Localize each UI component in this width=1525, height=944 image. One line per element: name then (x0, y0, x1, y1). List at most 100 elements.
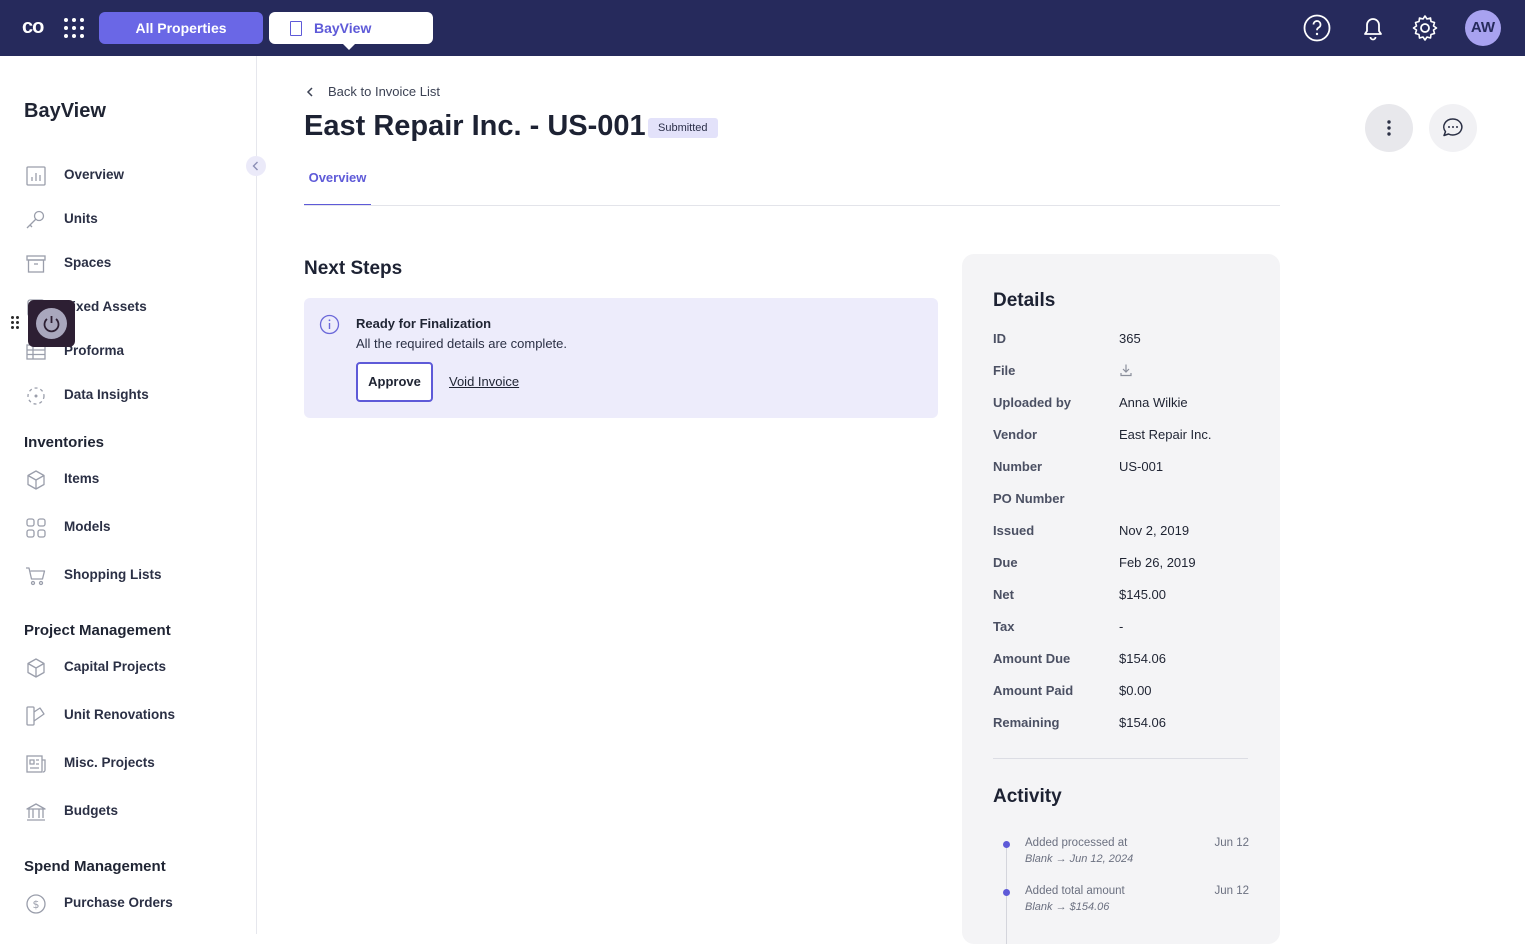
chat-bubble-icon (1443, 118, 1463, 137)
grid-icon (26, 518, 46, 538)
page-title: East Repair Inc. - US-001 (304, 110, 646, 142)
building-icon (290, 21, 302, 36)
activity-change: Blank → $154.06 (1025, 901, 1110, 913)
alert-title: Ready for Finalization (356, 316, 492, 331)
activity-heading: Activity (993, 786, 1062, 807)
detail-key: Number (993, 459, 1043, 474)
sidebar-item-label: Misc. Projects (64, 755, 155, 770)
section-title-project-management: Project Management (24, 622, 171, 639)
cube-icon (27, 470, 45, 490)
more-vertical-icon (1387, 120, 1391, 136)
details-panel: Details ID 365 File Uploaded by Anna Wilki… (962, 254, 1280, 944)
detail-row-issued: Issued Nov 2, 2019 (993, 523, 1253, 543)
bar-chart-icon (26, 166, 46, 186)
sidebar-item-misc-projects[interactable]: Misc. Projects (24, 752, 244, 776)
floating-widget-button[interactable] (28, 300, 75, 347)
property-name: BayView (314, 20, 372, 36)
sidebar-item-purchase-orders[interactable]: $ Purchase Orders (24, 892, 244, 916)
sidebar-item-label: Items (64, 471, 100, 486)
app-grid-icon[interactable] (62, 16, 86, 40)
settings-gear-icon[interactable] (1410, 13, 1440, 43)
sidebar-item-capital-projects[interactable]: Capital Projects (24, 656, 244, 680)
sidebar-item-label: Unit Renovations (64, 707, 176, 722)
cube-icon (27, 658, 45, 678)
detail-value: Feb 26, 2019 (1119, 555, 1196, 570)
detail-key: Due (993, 555, 1018, 570)
detail-key: Net (993, 587, 1014, 602)
tab-divider (304, 205, 1280, 206)
section-title-spend-management: Spend Management (24, 858, 166, 875)
detail-row-file: File (993, 363, 1253, 383)
all-properties-button[interactable]: All Properties (99, 12, 263, 44)
notification-bell-icon[interactable] (1358, 13, 1388, 43)
activity-date: Jun 12 (1214, 837, 1249, 849)
detail-key: File (993, 363, 1016, 378)
sidebar-item-units[interactable]: Units (24, 208, 244, 232)
power-icon (36, 308, 67, 339)
detail-value: $154.06 (1119, 651, 1166, 666)
detail-row-remaining: Remaining $154.06 (993, 715, 1253, 735)
sidebar-item-label: Capital Projects (64, 659, 167, 674)
drag-handle-icon[interactable] (11, 316, 20, 330)
void-invoice-link[interactable]: Void Invoice (449, 374, 519, 389)
user-avatar[interactable]: AW (1465, 10, 1501, 46)
detail-value: East Repair Inc. (1119, 427, 1212, 442)
sidebar-item-label: Units (64, 211, 98, 226)
sidebar-item-label: Shopping Lists (64, 567, 162, 582)
sidebar-item-spaces[interactable]: Spaces (24, 252, 244, 276)
activity-text: Added processed at (1025, 837, 1128, 849)
detail-value: $145.00 (1119, 587, 1166, 602)
collapse-sidebar-button[interactable] (246, 156, 266, 176)
newspaper-icon (26, 755, 46, 773)
status-badge: Submitted (648, 118, 718, 138)
next-steps-heading: Next Steps (304, 258, 403, 279)
sidebar-item-label: Data Insights (64, 387, 149, 402)
sidebar-item-items[interactable]: Items (24, 468, 244, 492)
sidebar-item-overview[interactable]: Overview (24, 164, 244, 188)
activity-change: Blank → Jun 12, 2024 (1025, 853, 1134, 865)
help-icon[interactable] (1302, 13, 1332, 43)
details-heading: Details (993, 290, 1056, 311)
detail-key: Vendor (993, 427, 1038, 442)
sidebar-item-shopping-lists[interactable]: Shopping Lists (24, 564, 244, 588)
detail-row-po-number: PO Number (993, 491, 1253, 511)
finalization-alert: Ready for Finalization All the required … (304, 298, 938, 418)
detail-value: $154.06 (1119, 715, 1166, 730)
detail-key: Amount Paid (993, 683, 1074, 698)
sidebar-item-label: Fixed Assets (64, 299, 147, 314)
sidebar-item-label: Models (64, 519, 111, 534)
detail-row-amount-paid: Amount Paid $0.00 (993, 683, 1253, 703)
detail-key: Remaining (993, 715, 1060, 730)
dollar-circle-icon: $ (26, 894, 46, 914)
detail-key: Issued (993, 523, 1035, 538)
selected-indicator (343, 44, 355, 50)
sidebar-item-budgets[interactable]: Budgets (24, 800, 244, 824)
sidebar-item-label: Overview (64, 167, 125, 182)
bank-icon (26, 803, 46, 821)
comments-button[interactable] (1429, 104, 1477, 152)
detail-value: 365 (1119, 331, 1141, 346)
shopping-cart-icon (26, 567, 46, 586)
detail-row-net: Net $145.00 (993, 587, 1253, 607)
sidebar-item-unit-renovations[interactable]: Unit Renovations (24, 704, 244, 728)
section-title-inventories: Inventories (24, 434, 105, 451)
detail-row-number: Number US-001 (993, 459, 1253, 479)
detail-value: - (1119, 619, 1124, 634)
more-options-button[interactable] (1365, 104, 1413, 152)
back-link-label: Back to Invoice List (328, 84, 440, 99)
top-navigation-bar: co All Properties BayView AW (0, 0, 1525, 56)
download-icon[interactable] (1119, 363, 1133, 377)
detail-value: Anna Wilkie (1119, 395, 1188, 410)
approve-button[interactable]: Approve (356, 362, 433, 402)
chevron-left-icon (306, 87, 313, 97)
activity-text: Added total amount (1025, 885, 1125, 897)
app-logo[interactable]: co (22, 16, 50, 40)
sidebar-item-data-insights[interactable]: Data Insights (24, 384, 244, 408)
sidebar-item-models[interactable]: Models (24, 516, 244, 540)
timeline-dot (1003, 889, 1010, 896)
detail-row-tax: Tax - (993, 619, 1253, 639)
detail-key: PO Number (993, 491, 1065, 506)
property-selector-button[interactable]: BayView (269, 12, 433, 50)
tab-overview[interactable]: Overview (304, 168, 371, 206)
activity-date: Jun 12 (1214, 885, 1249, 897)
